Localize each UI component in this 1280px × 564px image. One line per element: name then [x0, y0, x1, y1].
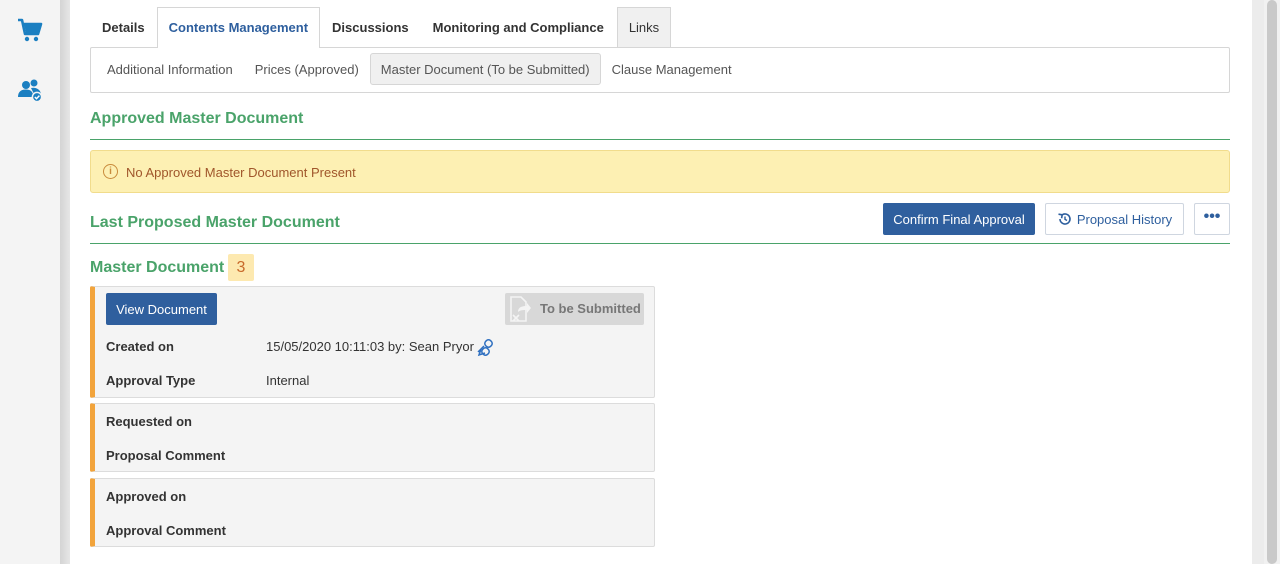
subtab-bar: Additional Information Prices (Approved)… [90, 47, 1230, 93]
approval-type-value: Internal [266, 373, 310, 388]
approval-comment-label: Approval Comment [106, 523, 226, 538]
subtabs: Additional Information Prices (Approved)… [96, 53, 743, 85]
left-nav [0, 0, 60, 564]
main-tabs: Details Contents Management Discussions … [90, 7, 672, 48]
master-document-count-badge: 3 [228, 254, 254, 281]
proposal-history-button[interactable]: Proposal History [1045, 203, 1184, 235]
approval-card: Approved on Approval Comment [90, 478, 655, 547]
proposed-section-title: Last Proposed Master Document [90, 214, 340, 231]
alert-text: No Approved Master Document Present [126, 165, 356, 180]
status-text: To be Submitted [540, 301, 641, 316]
status-badge: To be Submitted [505, 293, 644, 325]
subtab-clause-management[interactable]: Clause Management [601, 53, 743, 85]
master-document-title: Master Document [90, 259, 225, 276]
no-approved-alert: i No Approved Master Document Present [90, 150, 1230, 193]
info-icon: i [103, 164, 118, 179]
tab-monitoring-and-compliance[interactable]: Monitoring and Compliance [421, 7, 616, 48]
subtab-additional-information[interactable]: Additional Information [96, 53, 244, 85]
more-options-button[interactable]: ••• [1194, 203, 1230, 235]
scrollbar-thumb[interactable] [1267, 0, 1277, 564]
nav-divider [60, 0, 70, 564]
tab-links[interactable]: Links [616, 7, 672, 48]
cart-icon[interactable] [17, 17, 43, 43]
history-icon [1058, 213, 1071, 225]
view-document-button[interactable]: View Document [106, 293, 217, 325]
requested-on-label: Requested on [106, 414, 192, 429]
created-on-label: Created on [106, 339, 174, 354]
proposal-history-label: Proposal History [1076, 211, 1173, 227]
main-content: Details Contents Management Discussions … [70, 0, 1252, 564]
link-user-icon[interactable] [476, 338, 496, 358]
approval-type-label: Approval Type [106, 373, 196, 388]
users-check-icon[interactable] [17, 77, 43, 103]
created-on-value: 15/05/2020 10:11:03 by: Sean Pryor [266, 339, 474, 354]
confirm-final-approval-button[interactable]: Confirm Final Approval [883, 203, 1035, 235]
document-card: View Document To be Submitted Created on… [90, 286, 655, 398]
page-scrollbar[interactable] [1264, 0, 1280, 564]
proposal-comment-label: Proposal Comment [106, 448, 226, 463]
subtab-master-document[interactable]: Master Document (To be Submitted) [369, 53, 601, 85]
right-gutter [1252, 0, 1264, 564]
request-card: Requested on Proposal Comment [90, 403, 655, 472]
tab-details[interactable]: Details [90, 7, 157, 48]
tab-discussions[interactable]: Discussions [320, 7, 421, 48]
document-share-icon [510, 296, 531, 322]
proposed-section-divider [90, 243, 1230, 244]
approved-section-title: Approved Master Document [90, 110, 304, 127]
approved-section-divider [90, 139, 1230, 140]
approved-on-label: Approved on [106, 489, 187, 504]
tab-contents-management[interactable]: Contents Management [156, 7, 321, 48]
subtab-prices-approved[interactable]: Prices (Approved) [244, 53, 370, 85]
